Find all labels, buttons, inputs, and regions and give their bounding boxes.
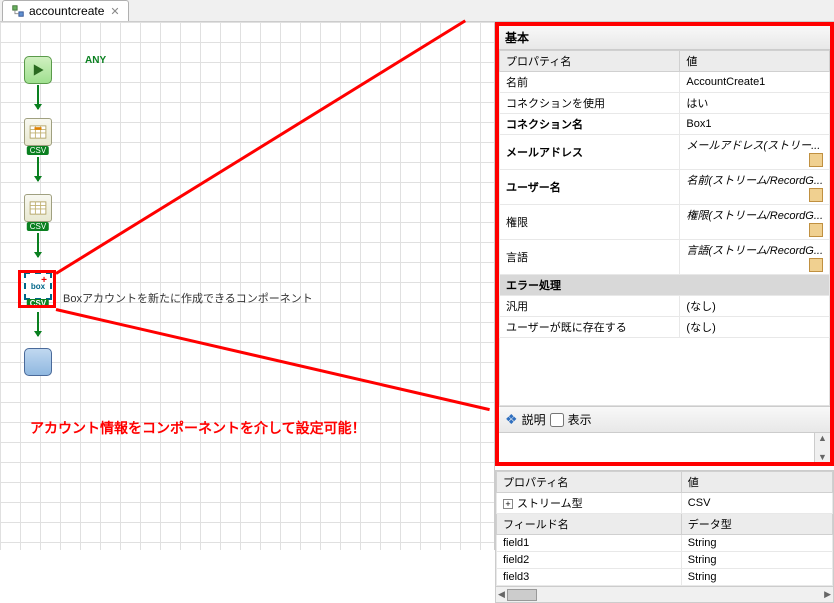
prop-row[interactable]: 権限権限(ストリーム/RecordG... bbox=[500, 205, 830, 240]
prop-row[interactable]: コネクションを使用はい bbox=[500, 93, 830, 114]
col-header-val[interactable]: 値 bbox=[680, 51, 830, 72]
prop-row[interactable]: ユーザー名名前(ストリーム/RecordG... bbox=[500, 170, 830, 205]
tab-bar: accountcreate ✕ bbox=[0, 0, 834, 22]
picker-icon[interactable] bbox=[809, 223, 823, 237]
flow-arrow bbox=[37, 233, 39, 257]
csv-tag: CSV bbox=[27, 222, 49, 231]
col-header-prop[interactable]: プロパティ名 bbox=[497, 472, 682, 493]
section-error: エラー処理 bbox=[500, 275, 830, 296]
field-row[interactable]: field1String bbox=[497, 535, 833, 552]
end-node[interactable] bbox=[24, 348, 52, 376]
grid-background bbox=[0, 22, 494, 550]
prop-row[interactable]: メールアドレスメールアドレス(ストリー... bbox=[500, 135, 830, 170]
highlight-box bbox=[18, 270, 56, 308]
picker-icon[interactable] bbox=[809, 188, 823, 202]
prop-row[interactable]: ユーザーが既に存在する(なし) bbox=[500, 317, 830, 338]
csv-icon bbox=[29, 201, 47, 215]
properties-column: 基本 プロパティ名 値 名前AccountCreate1 コネクションを使用はい… bbox=[494, 22, 834, 550]
prop-row[interactable]: コネクション名Box1 bbox=[500, 114, 830, 135]
show-label: 表示 bbox=[568, 411, 592, 428]
col-header-type[interactable]: データ型 bbox=[681, 514, 832, 535]
prop-row[interactable]: 名前AccountCreate1 bbox=[500, 72, 830, 93]
vertical-scrollbar[interactable]: ▲▼ bbox=[814, 433, 830, 462]
desc-label: 説明 bbox=[522, 411, 546, 428]
flow-arrow bbox=[37, 85, 39, 109]
col-header-val[interactable]: 値 bbox=[681, 472, 832, 493]
flow-arrow bbox=[37, 157, 39, 181]
show-checkbox[interactable] bbox=[550, 413, 564, 427]
expand-icon[interactable]: + bbox=[503, 499, 513, 509]
tab-accountcreate[interactable]: accountcreate ✕ bbox=[2, 0, 129, 21]
stream-panel: プロパティ名 値 +ストリーム型 CSV フィールド名 データ型 field1S… bbox=[495, 470, 834, 603]
properties-panel-highlighted: 基本 プロパティ名 値 名前AccountCreate1 コネクションを使用はい… bbox=[495, 22, 834, 466]
flow-icon bbox=[11, 4, 25, 18]
flow-canvas[interactable]: ANY CSV CSV + box CSV Boxアカウントを新たに作成できるコ… bbox=[0, 22, 494, 550]
description-bar: ❖ 説明 表示 bbox=[499, 406, 830, 432]
properties-table: プロパティ名 値 名前AccountCreate1 コネクションを使用はい コネ… bbox=[499, 50, 830, 338]
description-icon: ❖ bbox=[505, 411, 518, 428]
stream-table: プロパティ名 値 +ストリーム型 CSV フィールド名 データ型 field1S… bbox=[496, 471, 833, 586]
tab-title: accountcreate bbox=[29, 4, 104, 18]
col-header-field[interactable]: フィールド名 bbox=[497, 514, 682, 535]
col-header-prop[interactable]: プロパティ名 bbox=[500, 51, 680, 72]
picker-icon[interactable] bbox=[809, 153, 823, 167]
field-row[interactable]: field2String bbox=[497, 552, 833, 569]
play-icon bbox=[31, 63, 45, 77]
csv-node-1[interactable]: CSV bbox=[24, 118, 52, 146]
component-label: Boxアカウントを新たに作成できるコンポーネント bbox=[63, 290, 313, 306]
horizontal-scrollbar[interactable]: ◀▶ bbox=[496, 586, 833, 602]
csv-tag: CSV bbox=[27, 146, 49, 155]
field-row[interactable]: field3String bbox=[497, 569, 833, 586]
csv-icon bbox=[29, 125, 47, 139]
prop-row[interactable]: 汎用(なし) bbox=[500, 296, 830, 317]
any-label: ANY bbox=[85, 55, 106, 66]
csv-node-2[interactable]: CSV bbox=[24, 194, 52, 222]
panel-title: 基本 bbox=[499, 26, 830, 50]
annotation-text: アカウント情報をコンポーネントを介して設定可能！ bbox=[30, 418, 366, 438]
close-icon[interactable]: ✕ bbox=[110, 5, 119, 18]
stream-type-row[interactable]: +ストリーム型 CSV bbox=[497, 493, 833, 514]
start-node[interactable]: ANY bbox=[24, 56, 52, 84]
prop-row[interactable]: 言語言語(ストリーム/RecordG... bbox=[500, 240, 830, 275]
flow-arrow bbox=[37, 312, 39, 336]
description-body: ▲▼ bbox=[499, 432, 830, 462]
picker-icon[interactable] bbox=[809, 258, 823, 272]
empty-area bbox=[499, 338, 830, 406]
